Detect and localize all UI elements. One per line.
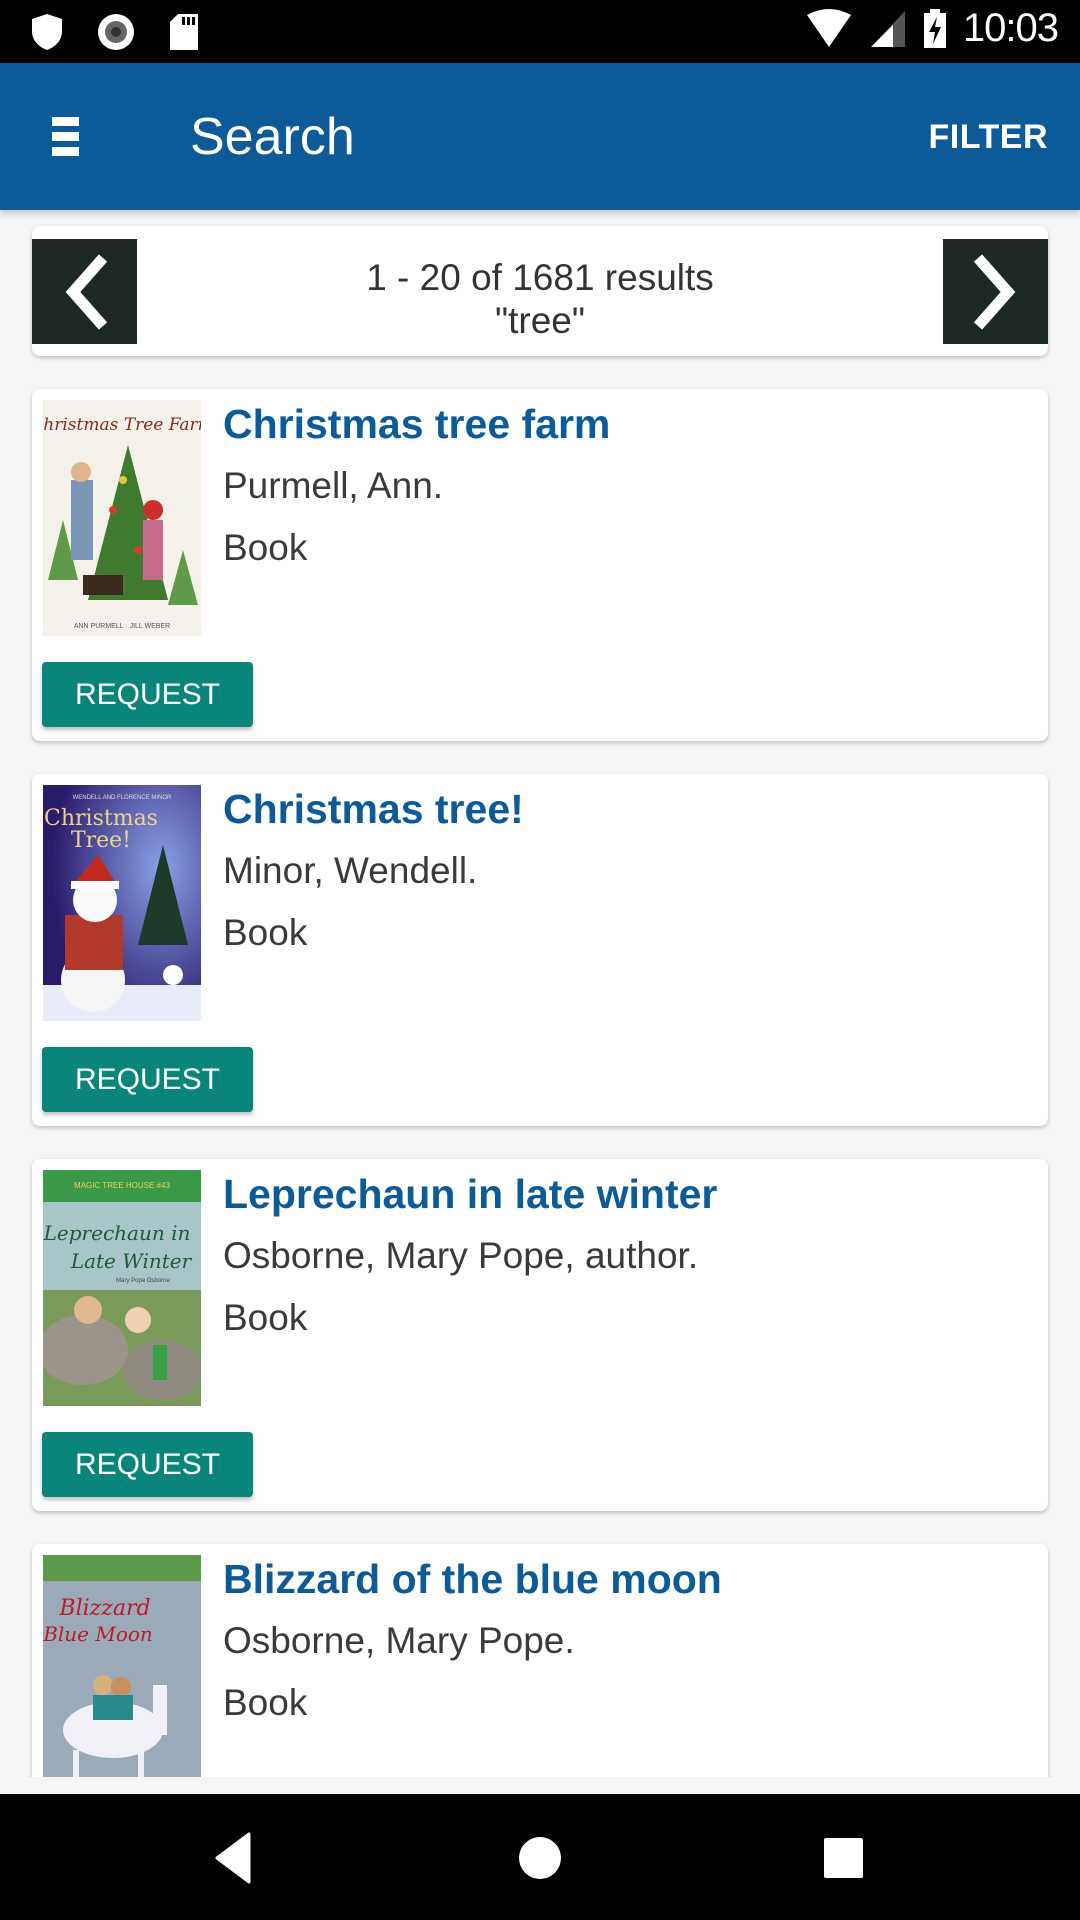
result-card: WENDELL AND FLORENCE MINOR Christmas Tre… xyxy=(32,774,1048,1126)
result-card: Blizzard Blue Moon Blizzard of the blue … xyxy=(32,1544,1048,1777)
svg-text:ANN PURMELL · JILL WEBER: ANN PURMELL · JILL WEBER xyxy=(74,623,170,630)
result-format: Book xyxy=(223,1297,308,1338)
request-button[interactable]: REQUEST xyxy=(42,1432,253,1497)
next-page-button[interactable] xyxy=(943,239,1048,344)
svg-text:Blue Moon: Blue Moon xyxy=(43,1622,153,1646)
request-button[interactable]: REQUEST xyxy=(42,662,253,727)
back-triangle-icon[interactable] xyxy=(205,1830,265,1886)
wifi-icon xyxy=(806,8,851,47)
chevron-right-icon xyxy=(973,253,1015,330)
hamburger-menu-icon[interactable] xyxy=(40,113,88,161)
pagination-bar: 1 - 20 of 1681 results "tree" xyxy=(32,226,1048,356)
previous-page-button[interactable] xyxy=(32,239,137,344)
result-card: MAGIC TREE HOUSE #43 Leprechaun in Late … xyxy=(32,1159,1048,1511)
sd-card-icon xyxy=(170,14,198,50)
svg-text:Leprechaun in: Leprechaun in xyxy=(43,1221,190,1245)
result-title-link[interactable]: Christmas tree! xyxy=(223,786,524,833)
chevron-left-icon xyxy=(65,253,107,330)
result-title-link[interactable]: Blizzard of the blue moon xyxy=(223,1556,722,1603)
book-cover-image[interactable]: Blizzard Blue Moon xyxy=(43,1555,201,1777)
result-author: Minor, Wendell. xyxy=(223,850,478,891)
recents-square-icon[interactable] xyxy=(814,1830,874,1886)
result-author: Osborne, Mary Pope. xyxy=(223,1620,575,1661)
clock: 10:03 xyxy=(962,6,1059,50)
results-range: 1 - 20 of 1681 results xyxy=(366,257,714,298)
book-cover-image[interactable]: WENDELL AND FLORENCE MINOR Christmas Tre… xyxy=(43,785,201,1021)
result-title-link[interactable]: Leprechaun in late winter xyxy=(223,1171,717,1218)
svg-text:MAGIC TREE HOUSE #43: MAGIC TREE HOUSE #43 xyxy=(74,1181,170,1190)
record-icon xyxy=(98,14,134,50)
status-bar: 10:03 xyxy=(0,0,1080,63)
book-cover-image[interactable]: MAGIC TREE HOUSE #43 Leprechaun in Late … xyxy=(43,1170,201,1406)
result-card: Christmas Tree Farm ANN PURMELL · JILL W… xyxy=(32,389,1048,741)
svg-text:Christmas Tree Farm: Christmas Tree Farm xyxy=(43,415,201,435)
results-summary: 1 - 20 of 1681 results "tree" xyxy=(137,256,943,342)
result-format: Book xyxy=(223,527,308,568)
system-nav-bar xyxy=(0,1794,1080,1920)
cell-signal-icon xyxy=(870,10,905,47)
shield-icon xyxy=(32,14,62,50)
request-button[interactable]: REQUEST xyxy=(42,1047,253,1112)
result-title-link[interactable]: Christmas tree farm xyxy=(223,401,610,448)
filter-button[interactable]: FILTER xyxy=(929,118,1048,157)
result-format: Book xyxy=(223,912,308,953)
results-list[interactable]: 1 - 20 of 1681 results "tree" Christmas … xyxy=(0,210,1080,1777)
result-author: Osborne, Mary Pope, author. xyxy=(223,1235,699,1276)
result-author: Purmell, Ann. xyxy=(223,465,444,506)
svg-text:WENDELL AND FLORENCE MINOR: WENDELL AND FLORENCE MINOR xyxy=(73,795,172,801)
page-title: Search xyxy=(190,108,355,166)
search-query: "tree" xyxy=(494,300,586,341)
app-bar: Search FILTER xyxy=(0,63,1080,210)
book-cover-image[interactable]: Christmas Tree Farm ANN PURMELL · JILL W… xyxy=(43,400,201,636)
home-circle-icon[interactable] xyxy=(510,1830,570,1886)
svg-text:Late Winter: Late Winter xyxy=(70,1249,193,1273)
battery-charging-icon xyxy=(923,8,946,48)
result-format: Book xyxy=(223,1682,308,1723)
svg-text:Mary Pope Osborne: Mary Pope Osborne xyxy=(116,1278,170,1284)
svg-text:Blizzard: Blizzard xyxy=(58,1596,150,1621)
svg-text:Tree!: Tree! xyxy=(71,828,131,853)
